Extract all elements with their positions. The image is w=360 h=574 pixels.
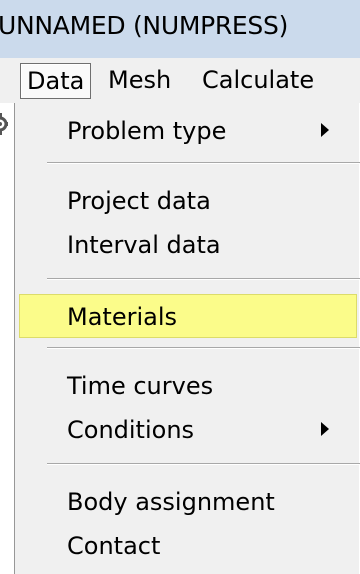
- application-screen: UNNAMED (NUMPRESS) Data Mesh Calculate P…: [0, 0, 360, 574]
- menu-separator: [47, 162, 360, 164]
- menu-item-materials[interactable]: Materials: [19, 294, 357, 338]
- menu-mesh[interactable]: Mesh: [102, 63, 177, 99]
- menu-item-interval-data[interactable]: Interval data: [19, 223, 357, 267]
- data-dropdown-menu: Problem type Project data Interval data …: [14, 103, 360, 574]
- menu-separator: [47, 347, 360, 349]
- menu-item-label: Project data: [67, 187, 211, 215]
- menu-item-conditions[interactable]: Conditions: [19, 408, 357, 452]
- menu-item-project-data[interactable]: Project data: [19, 179, 357, 223]
- chevron-right-icon: [321, 123, 329, 137]
- menu-item-label: Interval data: [67, 231, 221, 259]
- menu-item-label: Time curves: [67, 372, 214, 400]
- menu-item-body-assignment[interactable]: Body assignment: [19, 480, 357, 524]
- menu-item-contact[interactable]: Contact: [19, 524, 357, 568]
- menu-item-time-curves[interactable]: Time curves: [19, 364, 357, 408]
- menu-item-label: Materials: [67, 303, 178, 331]
- menu-calculate[interactable]: Calculate: [196, 63, 320, 99]
- menu-item-label: Conditions: [67, 416, 195, 444]
- window-title: UNNAMED (NUMPRESS): [0, 11, 289, 40]
- menu-separator: [47, 278, 360, 280]
- menu-bar: Data Mesh Calculate: [0, 58, 360, 103]
- menu-item-label: Problem type: [67, 117, 227, 145]
- menu-item-label: Body assignment: [67, 488, 275, 516]
- window-titlebar[interactable]: UNNAMED (NUMPRESS): [0, 0, 360, 58]
- menu-item-problem-type[interactable]: Problem type: [19, 109, 357, 153]
- gear-icon[interactable]: [0, 111, 8, 137]
- menu-data[interactable]: Data: [20, 63, 92, 99]
- chevron-right-icon: [321, 422, 329, 436]
- menu-item-label: Contact: [67, 532, 161, 560]
- menu-separator: [47, 463, 360, 465]
- window-content-edge: [0, 103, 14, 574]
